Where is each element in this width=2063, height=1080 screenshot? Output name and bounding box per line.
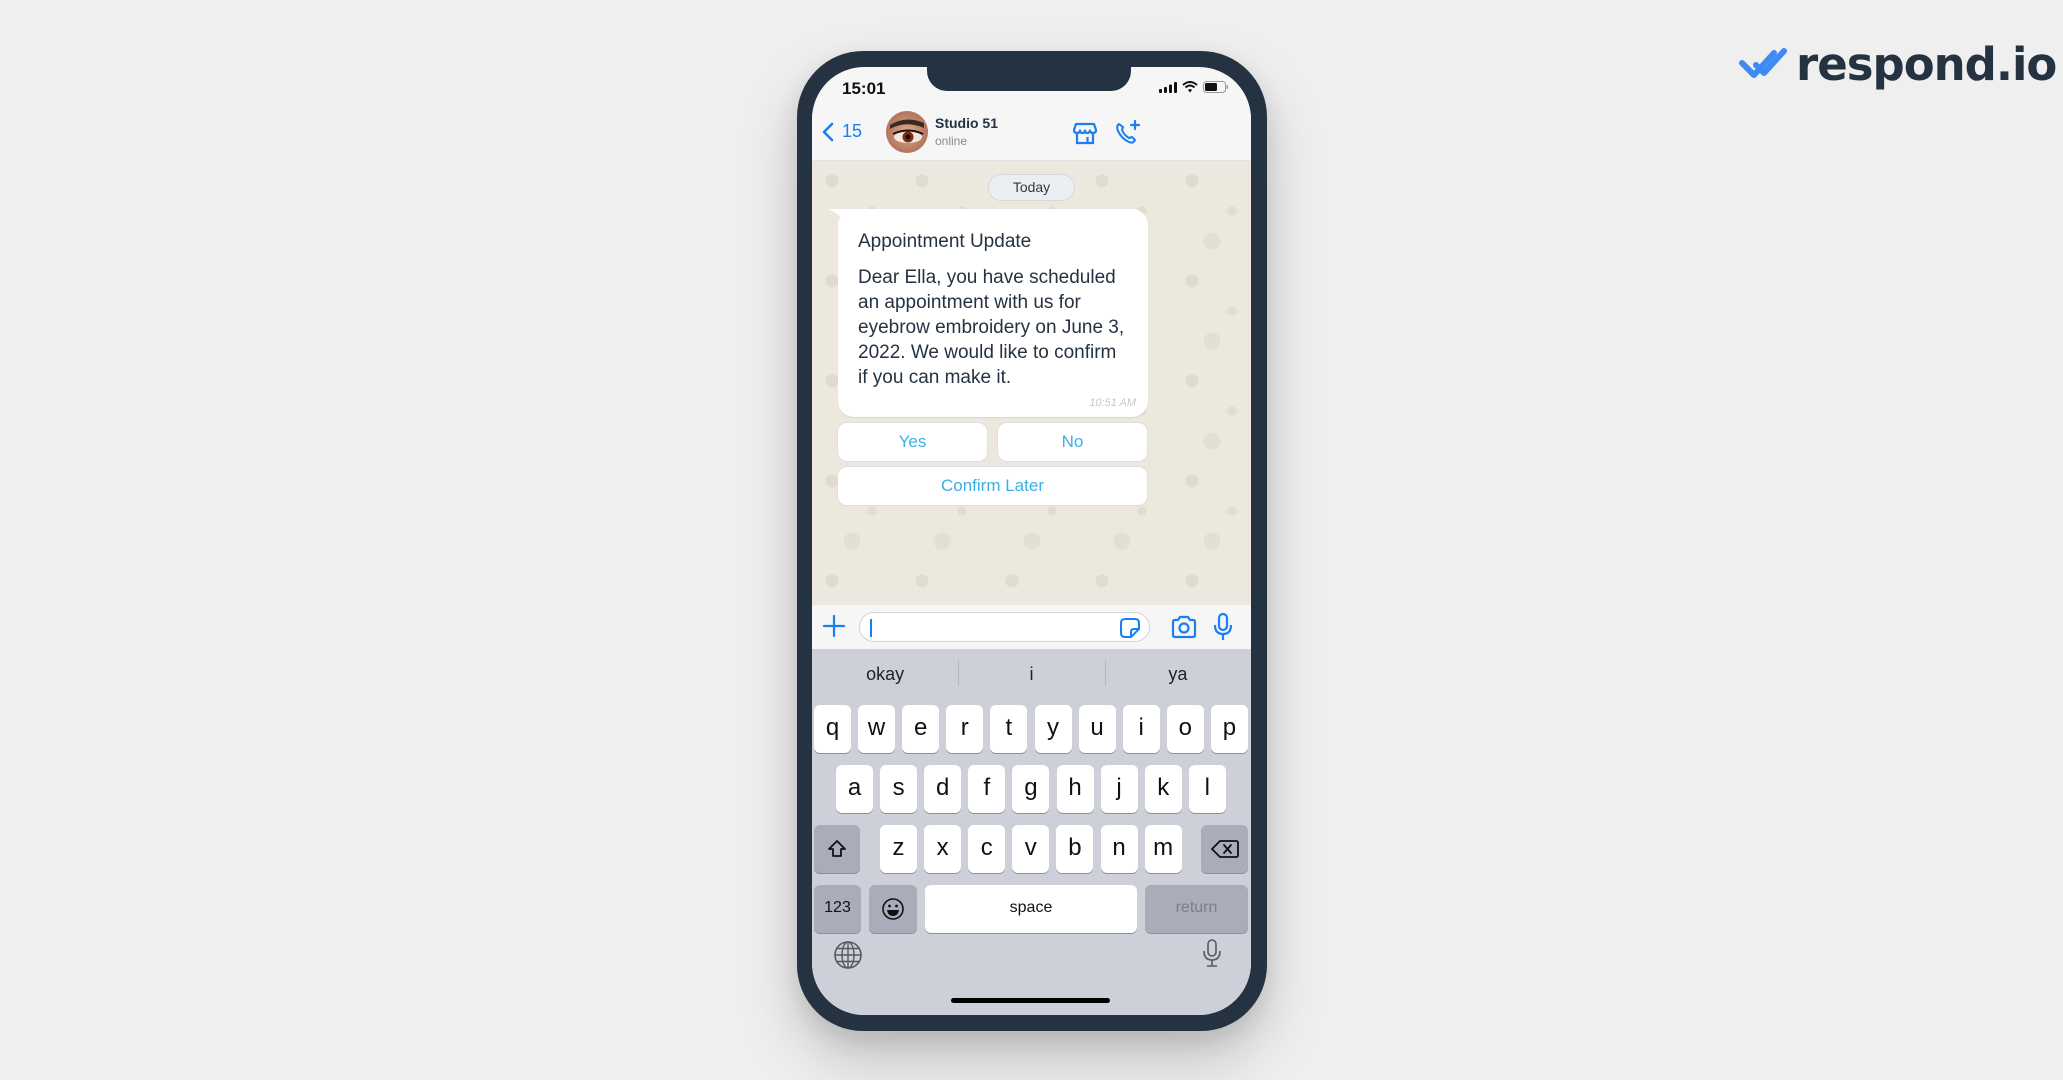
- logo-text: respond.io: [1796, 38, 2057, 91]
- contact-status: online: [935, 134, 968, 148]
- key-k[interactable]: k: [1144, 765, 1182, 813]
- key-v[interactable]: v: [1012, 825, 1050, 873]
- key-c[interactable]: c: [968, 825, 1006, 873]
- key-j[interactable]: j: [1100, 765, 1138, 813]
- globe-icon: [834, 941, 862, 969]
- chat-area[interactable]: Today Appointment Update Dear Ella, you …: [812, 161, 1251, 605]
- return-key[interactable]: return: [1145, 885, 1248, 933]
- phone-screen: 15:01 15 Studio 51 online Today Appointm…: [812, 67, 1251, 1015]
- message-timestamp: 10:51 AM: [1089, 397, 1136, 409]
- phone-notch: [927, 67, 1131, 91]
- key-y[interactable]: y: [1034, 705, 1072, 753]
- key-u[interactable]: u: [1078, 705, 1116, 753]
- add-call-button[interactable]: [1112, 118, 1142, 148]
- dictation-button[interactable]: [1196, 937, 1228, 969]
- cellular-signal-icon: [1159, 81, 1177, 93]
- message-body: Dear Ella, you have scheduled an appoint…: [858, 267, 1125, 388]
- key-q[interactable]: q: [814, 705, 851, 753]
- message-input[interactable]: [859, 612, 1150, 642]
- sticker-button[interactable]: [1119, 617, 1141, 639]
- key-i[interactable]: i: [1122, 705, 1160, 753]
- dictation-mic-icon: [1203, 939, 1221, 967]
- message-bubble[interactable]: Appointment Update Dear Ella, you have s…: [828, 209, 1148, 417]
- key-o[interactable]: o: [1166, 705, 1204, 753]
- quick-reply-no[interactable]: No: [997, 422, 1148, 462]
- shift-icon: [828, 840, 846, 857]
- composer-bar: [812, 605, 1251, 649]
- key-w[interactable]: w: [858, 705, 896, 753]
- status-time: 15:01: [842, 79, 886, 98]
- camera-button[interactable]: [1170, 614, 1198, 640]
- respond-io-logo: respond.io: [1738, 38, 2057, 91]
- emoji-icon: [882, 898, 904, 920]
- back-count: 15: [842, 121, 863, 141]
- add-call-icon: [1116, 119, 1141, 144]
- key-z[interactable]: z: [880, 825, 917, 873]
- attach-button[interactable]: [821, 613, 847, 639]
- double-check-icon: [1739, 47, 1787, 78]
- suggestion-bar: okay i ya: [812, 649, 1251, 699]
- key-g[interactable]: g: [1012, 765, 1050, 813]
- suggestion-okay[interactable]: okay: [812, 664, 958, 685]
- bubble-tail: [828, 209, 850, 227]
- key-a[interactable]: a: [836, 765, 873, 813]
- key-m[interactable]: m: [1144, 825, 1182, 873]
- home-indicator[interactable]: [951, 998, 1110, 1003]
- message-title: Appointment Update: [858, 231, 1032, 252]
- backspace-icon: [1210, 840, 1239, 858]
- plus-icon: [822, 614, 846, 638]
- key-h[interactable]: h: [1056, 765, 1094, 813]
- contact-name[interactable]: Studio 51: [935, 115, 998, 131]
- text-caret: [870, 619, 872, 637]
- chevron-left-icon: [822, 122, 834, 141]
- suggestion-i[interactable]: i: [958, 659, 1104, 686]
- quick-reply-yes[interactable]: Yes: [837, 422, 988, 462]
- microphone-icon: [1213, 612, 1233, 640]
- quick-reply-confirm-later[interactable]: Confirm Later: [837, 466, 1148, 506]
- back-button[interactable]: 15: [822, 121, 862, 142]
- status-icons: [1159, 81, 1229, 93]
- key-t[interactable]: t: [990, 705, 1028, 753]
- wifi-icon: [1182, 81, 1198, 93]
- shift-key[interactable]: [814, 825, 860, 873]
- store-icon: [1072, 122, 1098, 145]
- avatar-eye-image: [886, 111, 928, 153]
- key-s[interactable]: s: [880, 765, 918, 813]
- ios-keyboard: okay i ya qwertyuiop asdfghjkl zxcvbnm 1…: [812, 649, 1251, 1015]
- emoji-key[interactable]: [869, 885, 917, 933]
- key-x[interactable]: x: [924, 825, 962, 873]
- phone-frame: 15:01 15 Studio 51 online Today Appointm…: [797, 51, 1267, 1031]
- contact-avatar[interactable]: [886, 111, 928, 153]
- key-e[interactable]: e: [902, 705, 940, 753]
- space-key[interactable]: space: [925, 885, 1137, 933]
- voice-message-button[interactable]: [1212, 612, 1234, 642]
- numbers-key[interactable]: 123: [814, 885, 861, 933]
- backspace-key[interactable]: [1201, 825, 1248, 873]
- key-p[interactable]: p: [1210, 705, 1248, 753]
- key-f[interactable]: f: [968, 765, 1006, 813]
- key-l[interactable]: l: [1188, 765, 1226, 813]
- key-n[interactable]: n: [1100, 825, 1138, 873]
- key-b[interactable]: b: [1056, 825, 1094, 873]
- key-d[interactable]: d: [924, 765, 962, 813]
- key-r[interactable]: r: [946, 705, 984, 753]
- date-separator: Today: [988, 174, 1075, 201]
- sticker-icon: [1120, 618, 1140, 638]
- catalog-button[interactable]: [1070, 118, 1100, 148]
- language-switch-button[interactable]: [832, 939, 864, 971]
- chat-header: 15 Studio 51 online: [812, 111, 1251, 161]
- camera-icon: [1171, 615, 1197, 639]
- battery-icon: [1203, 81, 1228, 93]
- suggestion-ya[interactable]: ya: [1104, 659, 1251, 686]
